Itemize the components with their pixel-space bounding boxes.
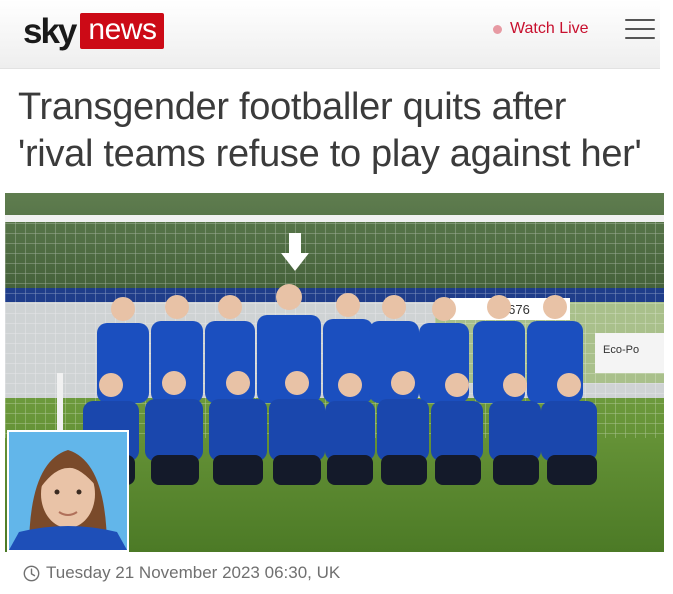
article-headline: Transgender footballer quits after 'riva… xyxy=(18,84,658,178)
hamburger-menu-icon[interactable] xyxy=(625,19,655,43)
sky-news-logo[interactable]: sky news xyxy=(23,11,165,51)
sign-text-2: Eco-Po xyxy=(603,344,639,356)
clock-icon xyxy=(23,565,40,581)
watch-live-label: Watch Live xyxy=(510,20,589,37)
watch-live-link[interactable]: Watch Live xyxy=(493,20,589,38)
article-date: Tuesday 21 November 2023 06:30, UK xyxy=(46,563,341,582)
logo-news-badge: news xyxy=(80,13,165,49)
live-dot-icon xyxy=(493,24,502,34)
inset-portrait xyxy=(7,430,129,552)
site-header: sky news Watch Live xyxy=(0,0,660,69)
headline-line-1: Transgender footballer quits after xyxy=(18,86,567,128)
headline-line-2: 'rival teams refuse to play against her' xyxy=(18,133,642,175)
logo-sky-text: sky xyxy=(23,11,77,51)
article-dateline: Tuesday 21 November 2023 06:30, UK xyxy=(23,563,340,583)
